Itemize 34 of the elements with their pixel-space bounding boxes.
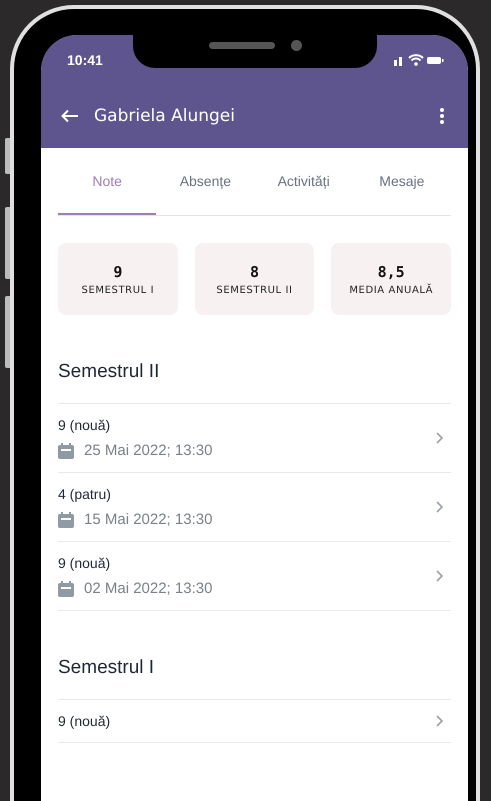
grade-list-item[interactable]: 9 (nouă) [58, 700, 451, 743]
average-value: 9 [113, 262, 122, 280]
app-bar-title: Gabriela Alungei [94, 106, 236, 126]
grade-date: 02 Mai 2022; 13:30 [84, 580, 212, 597]
section-title: Semestrul I [58, 611, 451, 700]
average-value: 8,5 [378, 262, 405, 280]
status-time: 10:41 [67, 52, 103, 68]
chevron-right-icon [436, 715, 443, 727]
grade-text: 9 (nouă) [58, 555, 112, 571]
grade-text: 4 (patru) [58, 486, 112, 502]
grade-date: 15 Mai 2022; 13:30 [84, 511, 212, 528]
grade-date: 25 Mai 2022; 13:30 [84, 442, 212, 459]
more-options-icon[interactable] [440, 108, 444, 124]
average-label: SEMESTRUL II [216, 284, 293, 296]
chevron-right-icon [436, 570, 443, 582]
grade-list-item[interactable]: 9 (nouă) 25 Mai 2022; 13:30 [58, 404, 451, 473]
back-arrow-icon[interactable] [61, 109, 79, 123]
calendar-icon [58, 512, 74, 528]
calendar-icon [58, 442, 74, 458]
tab[interactable]: Activități [254, 148, 353, 215]
section-title: Semestrul II [58, 315, 451, 404]
grade-text: 9 (nouă) [58, 417, 112, 433]
tab[interactable]: Absențe [156, 148, 254, 215]
grade-list-item[interactable]: 4 (patru) 15 Mai 2022; 13:30 [58, 473, 451, 542]
status-icons [394, 54, 444, 66]
calendar-icon [58, 580, 74, 596]
chevron-right-icon [436, 432, 443, 444]
average-value: 8 [250, 262, 260, 280]
tab[interactable]: Mesaje [352, 148, 451, 215]
chevron-right-icon [436, 501, 443, 513]
average-label: MEDIA ANUALĂ [349, 284, 434, 296]
average-label: SEMESTRUL I [82, 284, 154, 296]
grade-list-item[interactable]: 9 (nouă) 02 Mai 2022; 13:30 [58, 542, 451, 611]
grade-text: 9 (nouă) [58, 713, 112, 729]
